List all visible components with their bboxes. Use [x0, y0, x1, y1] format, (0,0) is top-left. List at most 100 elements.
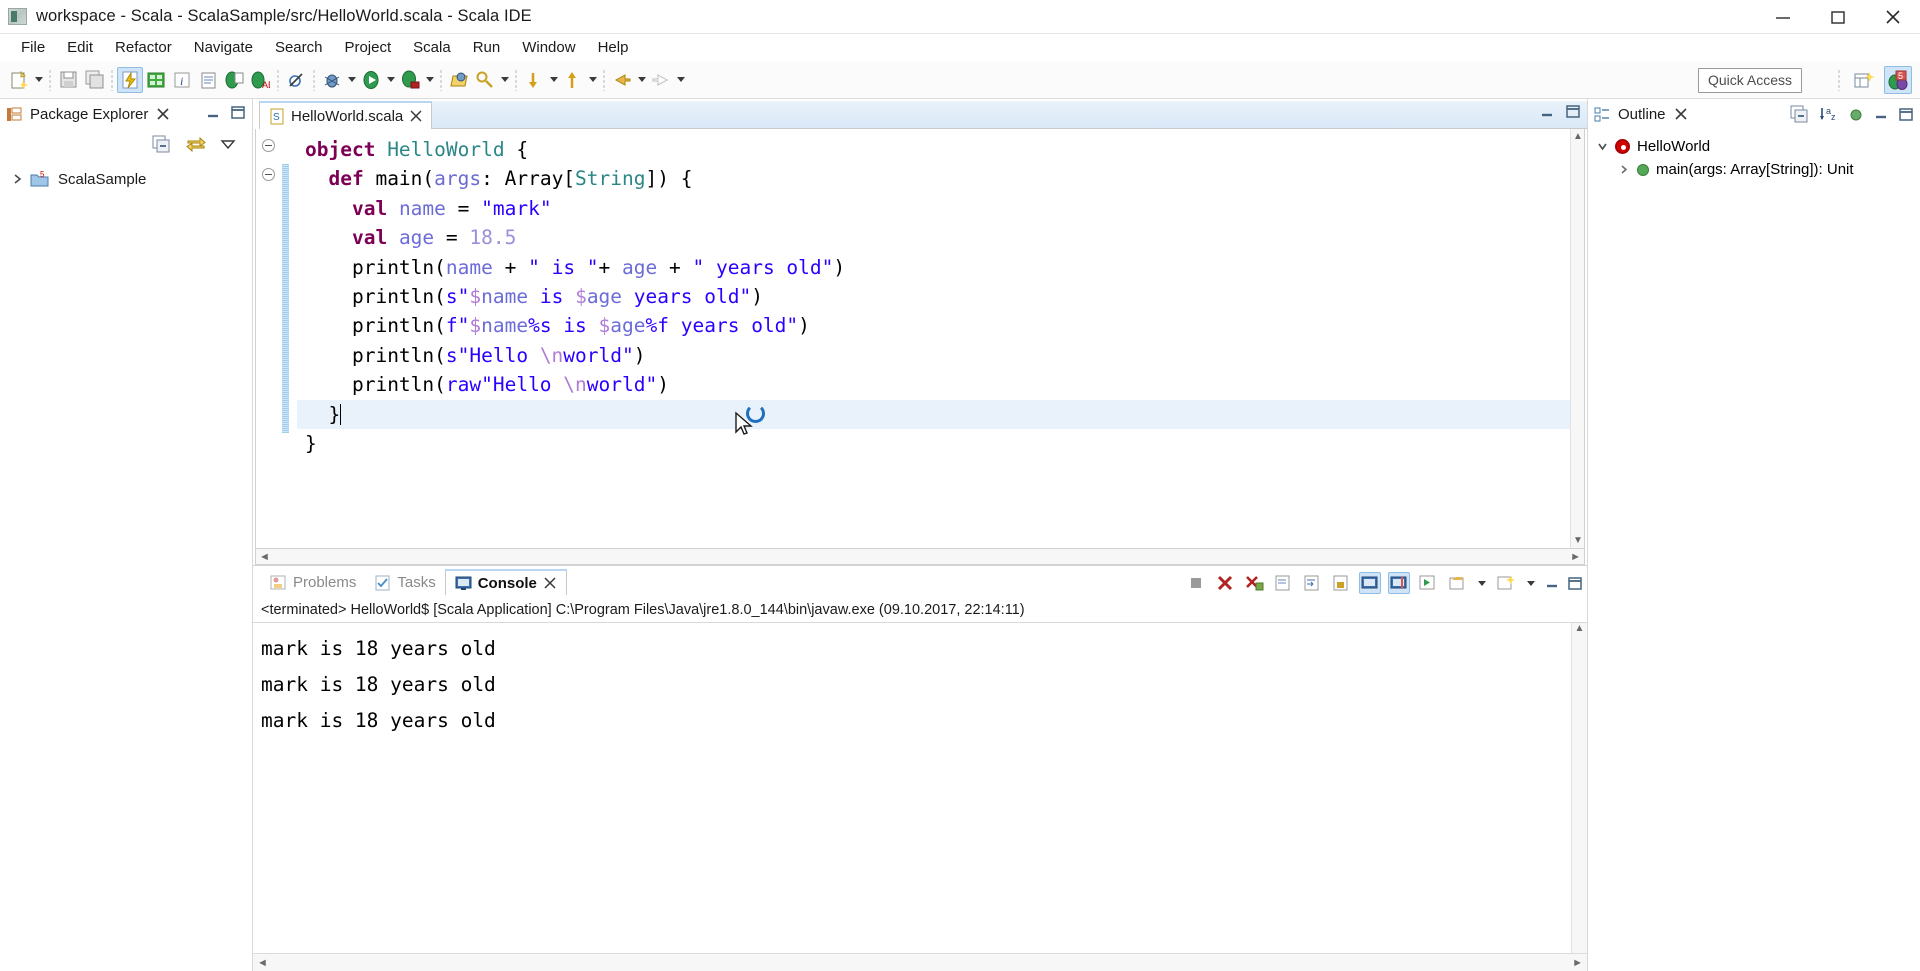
view-menu-icon[interactable]: [220, 137, 236, 151]
display-selected-console-icon[interactable]: [1417, 572, 1439, 594]
code-line[interactable]: println(s"$name is $age years old"): [297, 282, 1570, 311]
new-console-view-dropdown[interactable]: [1524, 570, 1537, 596]
menu-refactor[interactable]: Refactor: [104, 37, 183, 58]
code-line[interactable]: object HelloWorld {: [297, 135, 1570, 164]
chevron-down-icon[interactable]: [1596, 141, 1608, 152]
link-with-editor-icon[interactable]: [185, 135, 207, 153]
forward-dropdown[interactable]: [674, 67, 687, 93]
fold-toggle-object[interactable]: [262, 139, 275, 152]
scala-perspective-icon[interactable]: 5: [1884, 66, 1912, 94]
scroll-lock-icon[interactable]: [1330, 572, 1352, 594]
new-wizard-icon[interactable]: [6, 67, 32, 93]
scala-interpreter-icon[interactable]: [221, 67, 247, 93]
pin-console-icon[interactable]: [1388, 572, 1410, 594]
run-icon[interactable]: [358, 67, 384, 93]
menu-search[interactable]: Search: [264, 37, 334, 58]
close-tab-icon[interactable]: [543, 576, 557, 590]
console-vertical-scrollbar[interactable]: ▲: [1571, 623, 1587, 953]
run-external-tools-icon[interactable]: [397, 67, 423, 93]
close-view-icon[interactable]: [1674, 107, 1688, 121]
maximize-icon[interactable]: [1810, 0, 1865, 34]
menu-scala[interactable]: Scala: [402, 37, 462, 58]
code-line[interactable]: println(f"$name%s is $age%f years old"): [297, 311, 1570, 340]
build-icon[interactable]: [117, 66, 143, 93]
minimize-icon[interactable]: [1755, 0, 1810, 34]
terminate-icon[interactable]: [1185, 572, 1207, 594]
next-annotation-dropdown[interactable]: [547, 67, 560, 93]
code-line[interactable]: println(name + " is "+ age + " years old…: [297, 253, 1570, 282]
search-dropdown[interactable]: [498, 67, 511, 93]
menu-window[interactable]: Window: [511, 37, 586, 58]
scroll-left-arrow[interactable]: ◄: [257, 957, 268, 969]
tab-console[interactable]: Console: [444, 569, 567, 595]
menu-file[interactable]: File: [10, 37, 56, 58]
maximize-editor-icon[interactable]: [1565, 104, 1581, 119]
code-text[interactable]: object HelloWorld { def main(args: Array…: [289, 129, 1570, 548]
code-line[interactable]: val name = "mark": [297, 194, 1570, 223]
fold-toggle-main[interactable]: [262, 168, 275, 181]
open-console-dropdown[interactable]: [1475, 570, 1488, 596]
build-all-icon[interactable]: [143, 67, 169, 93]
hide-non-public-members-icon[interactable]: [1848, 106, 1864, 122]
menu-help[interactable]: Help: [587, 37, 640, 58]
close-view-icon[interactable]: [156, 107, 170, 121]
scroll-right-arrow[interactable]: ►: [1572, 957, 1583, 969]
save-all-icon[interactable]: [81, 67, 107, 93]
minimize-view-icon[interactable]: [1544, 576, 1560, 590]
editor-vertical-scrollbar[interactable]: ▲ ▼: [1570, 129, 1584, 548]
sort-alphabetically-icon[interactable]: az: [1819, 105, 1839, 123]
menu-project[interactable]: Project: [333, 37, 402, 58]
document-icon[interactable]: [195, 67, 221, 93]
save-icon[interactable]: [55, 67, 81, 93]
menu-navigate[interactable]: Navigate: [183, 37, 264, 58]
outline-item-helloworld[interactable]: HelloWorld: [1588, 135, 1920, 158]
code-line[interactable]: }: [297, 429, 1570, 458]
scroll-left-arrow[interactable]: ◄: [259, 551, 270, 563]
code-line[interactable]: println(s"Hello \nworld"): [297, 341, 1570, 370]
remove-all-terminated-icon[interactable]: [1243, 572, 1265, 594]
editor-horizontal-scrollbar[interactable]: ◄ ►: [255, 549, 1585, 565]
forward-icon[interactable]: [648, 67, 674, 93]
back-dropdown[interactable]: [635, 67, 648, 93]
previous-annotation-dropdown[interactable]: [586, 67, 599, 93]
menu-edit[interactable]: Edit: [56, 37, 104, 58]
close-icon[interactable]: [1865, 0, 1920, 34]
code-line[interactable]: println(raw"Hello \nworld"): [297, 370, 1570, 399]
editor-canvas[interactable]: object HelloWorld { def main(args: Array…: [255, 129, 1585, 549]
menu-run[interactable]: Run: [462, 37, 512, 58]
back-icon[interactable]: [609, 67, 635, 93]
previous-annotation-icon[interactable]: [560, 67, 586, 93]
new-wizard-dropdown[interactable]: [32, 67, 45, 93]
scala-worksheet-icon[interactable]: AB: [247, 67, 273, 93]
console-output[interactable]: mark is 18 years old mark is 18 years old…: [253, 623, 1571, 953]
code-line[interactable]: }: [297, 399, 1570, 429]
skip-breakpoints-icon[interactable]: [283, 67, 309, 93]
tab-problems[interactable]: Problems: [261, 569, 365, 595]
open-type-icon[interactable]: [446, 67, 472, 93]
open-perspective-icon[interactable]: [1850, 66, 1878, 94]
quick-access-input[interactable]: Quick Access: [1697, 68, 1802, 93]
debug-icon[interactable]: [319, 67, 345, 93]
chevron-right-icon[interactable]: [10, 172, 24, 186]
minimize-view-icon[interactable]: [205, 106, 221, 120]
collapse-all-icon[interactable]: [152, 135, 172, 153]
folding-column[interactable]: [256, 129, 282, 548]
open-console-icon[interactable]: [1446, 572, 1468, 594]
word-wrap-icon[interactable]: [1301, 572, 1323, 594]
code-line[interactable]: def main(args: Array[String]) {: [297, 164, 1570, 193]
maximize-view-icon[interactable]: [230, 105, 246, 120]
tab-tasks[interactable]: Tasks: [365, 569, 444, 595]
tree-item-scalasample[interactable]: 5 ScalaSample: [0, 167, 252, 191]
show-console-on-output-icon[interactable]: [1359, 572, 1381, 594]
next-annotation-icon[interactable]: [521, 67, 547, 93]
console-horizontal-scrollbar[interactable]: ◄ ►: [253, 953, 1587, 971]
maximize-view-icon[interactable]: [1567, 576, 1583, 591]
minimize-editor-icon[interactable]: [1539, 105, 1555, 119]
close-tab-icon[interactable]: [409, 109, 423, 123]
italic-format-icon[interactable]: i: [169, 67, 195, 93]
scroll-right-arrow[interactable]: ►: [1570, 551, 1581, 563]
remove-launch-icon[interactable]: [1214, 572, 1236, 594]
code-line[interactable]: val age = 18.5: [297, 223, 1570, 252]
debug-dropdown[interactable]: [345, 67, 358, 93]
collapse-all-icon[interactable]: [1790, 105, 1810, 123]
